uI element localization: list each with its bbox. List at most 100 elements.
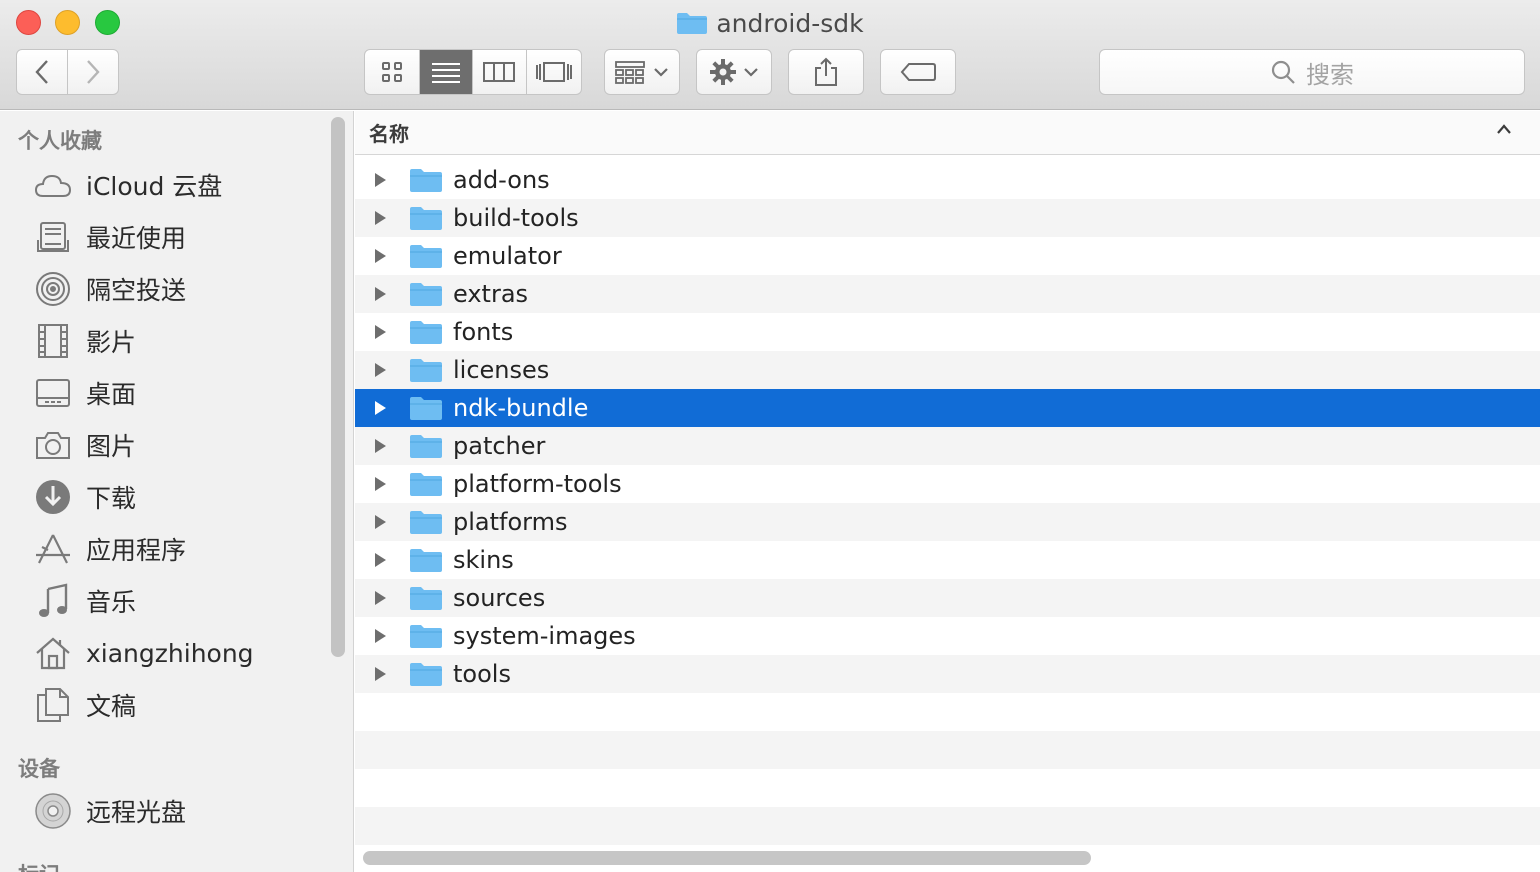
file-name: skins <box>453 546 514 574</box>
disclosure-triangle-icon[interactable] <box>355 389 405 427</box>
sidebar-item-desktop[interactable]: 桌面 <box>34 371 324 415</box>
arrange-button[interactable] <box>604 49 680 95</box>
file-name: platform-tools <box>453 470 622 498</box>
file-row[interactable]: build-tools <box>355 199 1540 237</box>
disclosure-triangle-icon[interactable] <box>355 427 405 465</box>
file-row[interactable]: skins <box>355 541 1540 579</box>
grid-icon <box>381 62 402 82</box>
back-button[interactable] <box>17 50 68 94</box>
file-row[interactable]: tools <box>355 655 1540 693</box>
sidebar-item-label: xiangzhihong <box>86 638 254 668</box>
list-view-button[interactable] <box>419 50 473 94</box>
home-icon <box>34 634 72 672</box>
disclosure-triangle-icon[interactable] <box>355 237 405 275</box>
sidebar-item-movies[interactable]: 影片 <box>34 319 324 363</box>
folder-icon <box>410 549 442 572</box>
disclosure-triangle-icon[interactable] <box>355 617 405 655</box>
chevron-left-icon <box>35 60 48 84</box>
cloud-icon <box>34 166 72 204</box>
sidebar-item-label: 远程光盘 <box>86 798 187 827</box>
sidebar-item-documents[interactable]: 文稿 <box>34 683 324 727</box>
sort-ascending-icon <box>1497 124 1511 134</box>
sidebar-item-applications[interactable]: 应用程序 <box>34 527 324 571</box>
sidebar-item-remote-disc[interactable]: 远程光盘 <box>34 789 324 833</box>
view-mode-control <box>364 49 582 95</box>
file-rows: add-ons build-tools emulator extras fonts lic… <box>355 161 1540 845</box>
folder-icon <box>410 397 442 420</box>
disclosure-triangle-icon[interactable] <box>355 313 405 351</box>
folder-icon <box>677 13 708 34</box>
sidebar-item-label: 图片 <box>86 432 137 461</box>
file-row[interactable]: extras <box>355 275 1540 313</box>
forward-button[interactable] <box>68 50 119 94</box>
sidebar-item-airdrop[interactable]: 隔空投送 <box>34 267 324 311</box>
file-row[interactable]: system-images <box>355 617 1540 655</box>
folder-icon <box>410 511 442 534</box>
sidebar-item-label: 音乐 <box>86 588 137 617</box>
action-menu-button[interactable] <box>696 49 772 95</box>
file-name: emulator <box>453 242 562 270</box>
file-name: build-tools <box>453 204 579 232</box>
empty-row <box>355 693 1540 731</box>
disclosure-triangle-icon[interactable] <box>355 503 405 541</box>
window-title-bar: android-sdk <box>0 6 1540 40</box>
disclosure-triangle-icon[interactable] <box>355 161 405 199</box>
chevron-down-icon <box>654 68 668 77</box>
sidebar-item-label: 下载 <box>86 484 137 513</box>
file-name: licenses <box>453 356 550 384</box>
file-row[interactable]: add-ons <box>355 161 1540 199</box>
column-header-label: 名称 <box>369 122 409 146</box>
file-name: sources <box>453 584 546 612</box>
column-header-name[interactable]: 名称 <box>355 111 1540 155</box>
disclosure-triangle-icon[interactable] <box>355 655 405 693</box>
desktop-icon <box>34 374 72 412</box>
file-row[interactable]: emulator <box>355 237 1540 275</box>
download-icon <box>34 478 72 516</box>
horizontal-scrollbar[interactable] <box>363 851 1091 865</box>
columns-icon <box>483 62 516 82</box>
file-row[interactable]: sources <box>355 579 1540 617</box>
disclosure-triangle-icon[interactable] <box>355 465 405 503</box>
sidebar-section-tags: 标记 <box>18 859 60 872</box>
sidebar-item-label: 文稿 <box>86 692 137 721</box>
recents-icon <box>34 218 72 256</box>
disclosure-triangle-icon[interactable] <box>355 351 405 389</box>
sidebar-section-devices: 设备 <box>18 757 60 781</box>
disclosure-triangle-icon[interactable] <box>355 199 405 237</box>
folder-icon <box>410 207 442 230</box>
edit-tags-button[interactable] <box>880 49 956 95</box>
column-view-button[interactable] <box>473 50 527 94</box>
sidebar-item-label: 桌面 <box>86 380 137 409</box>
sidebar-item-downloads[interactable]: 下载 <box>34 475 324 519</box>
sidebar-item-music[interactable]: 音乐 <box>34 579 324 623</box>
sidebar-section-favorites: 个人收藏 <box>18 129 102 153</box>
search-placeholder: 搜索 <box>1306 60 1354 89</box>
empty-row <box>355 731 1540 769</box>
disclosure-triangle-icon[interactable] <box>355 541 405 579</box>
window-title: android-sdk <box>716 8 864 38</box>
sidebar-item-recents[interactable]: 最近使用 <box>34 215 324 259</box>
file-row[interactable]: ndk-bundle <box>355 389 1540 427</box>
sidebar-scrollbar[interactable] <box>331 117 345 657</box>
empty-row <box>355 769 1540 807</box>
cover-flow-view-button[interactable] <box>527 50 581 94</box>
sidebar-item-label: 应用程序 <box>86 536 187 565</box>
folder-icon <box>410 321 442 344</box>
file-row[interactable]: licenses <box>355 351 1540 389</box>
file-row[interactable]: patcher <box>355 427 1540 465</box>
file-list: 名称 add-ons build-tools emulator extras fonts… <box>355 111 1540 872</box>
search-field[interactable]: 搜索 <box>1099 49 1525 95</box>
sidebar-item-home[interactable]: xiangzhihong <box>34 631 324 675</box>
share-button[interactable] <box>788 49 864 95</box>
disclosure-triangle-icon[interactable] <box>355 275 405 313</box>
icon-view-button[interactable] <box>365 50 420 94</box>
sidebar-item-label: 隔空投送 <box>86 276 187 305</box>
sidebar-item-pictures[interactable]: 图片 <box>34 423 324 467</box>
disclosure-triangle-icon[interactable] <box>355 579 405 617</box>
folder-icon <box>410 587 442 610</box>
sidebar-item-icloud-drive[interactable]: iCloud 云盘 <box>34 163 324 207</box>
file-row[interactable]: fonts <box>355 313 1540 351</box>
file-row[interactable]: platform-tools <box>355 465 1540 503</box>
file-row[interactable]: platforms <box>355 503 1540 541</box>
folder-icon <box>410 625 442 648</box>
